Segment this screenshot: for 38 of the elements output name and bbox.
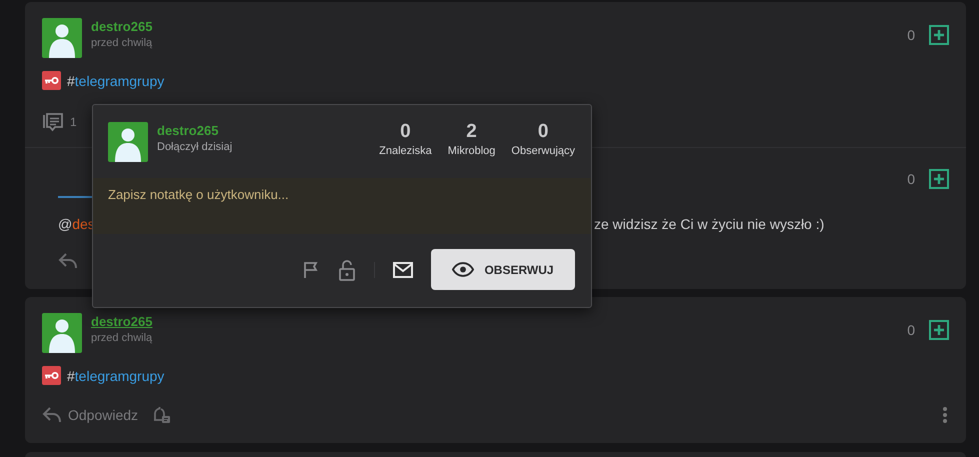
eye-icon — [452, 262, 474, 277]
stat-value: 0 — [538, 121, 548, 143]
username-link[interactable]: destro265 — [91, 314, 152, 329]
upvote-plus-icon[interactable] — [929, 25, 949, 45]
follow-button[interactable]: OBSERWUJ — [431, 249, 575, 290]
stat-value: 2 — [466, 121, 477, 143]
stat-value: 0 — [400, 121, 411, 143]
reply-icon[interactable] — [58, 252, 78, 270]
hashtag-link[interactable]: #telegramgrupy — [67, 368, 164, 384]
joined-text: Dołączył dzisiaj — [157, 141, 232, 153]
stat-label: Obserwujący — [511, 145, 575, 157]
upvote-plus-icon[interactable] — [929, 169, 949, 189]
comment-count: 1 — [70, 115, 77, 129]
upvote-plus-icon[interactable] — [929, 320, 949, 340]
post-time: przed chwilą — [91, 332, 152, 344]
vote-count: 0 — [907, 322, 915, 338]
hashtag-link[interactable]: #telegramgrupy — [67, 72, 164, 88]
post-time: przed chwilą — [91, 37, 152, 49]
stat-label: Znaleziska — [379, 145, 432, 157]
mail-icon[interactable] — [393, 262, 413, 278]
comments-icon[interactable] — [42, 112, 64, 132]
user-avatar[interactable] — [42, 313, 82, 353]
reply-link[interactable]: Odpowiedz — [42, 406, 138, 424]
more-options-icon[interactable] — [942, 406, 948, 424]
vote-count: 0 — [907, 27, 915, 43]
user-avatar[interactable] — [108, 122, 148, 162]
key-icon — [42, 366, 61, 385]
note-field[interactable]: Zapisz notatkę o użytkowniku... — [93, 178, 591, 234]
flag-icon[interactable] — [302, 260, 320, 278]
vote-count: 0 — [907, 171, 915, 187]
username-link[interactable]: destro265 — [91, 19, 152, 34]
user-avatar[interactable] — [42, 18, 82, 58]
unlock-icon[interactable] — [338, 258, 356, 280]
key-icon — [42, 71, 61, 90]
stat-label: Mikroblog — [448, 145, 496, 157]
username-link[interactable]: destro265 — [157, 123, 232, 138]
comment-text: ze widzisz że Ci w życiu nie wyszło :) — [594, 216, 826, 232]
reply-icon — [42, 406, 62, 424]
